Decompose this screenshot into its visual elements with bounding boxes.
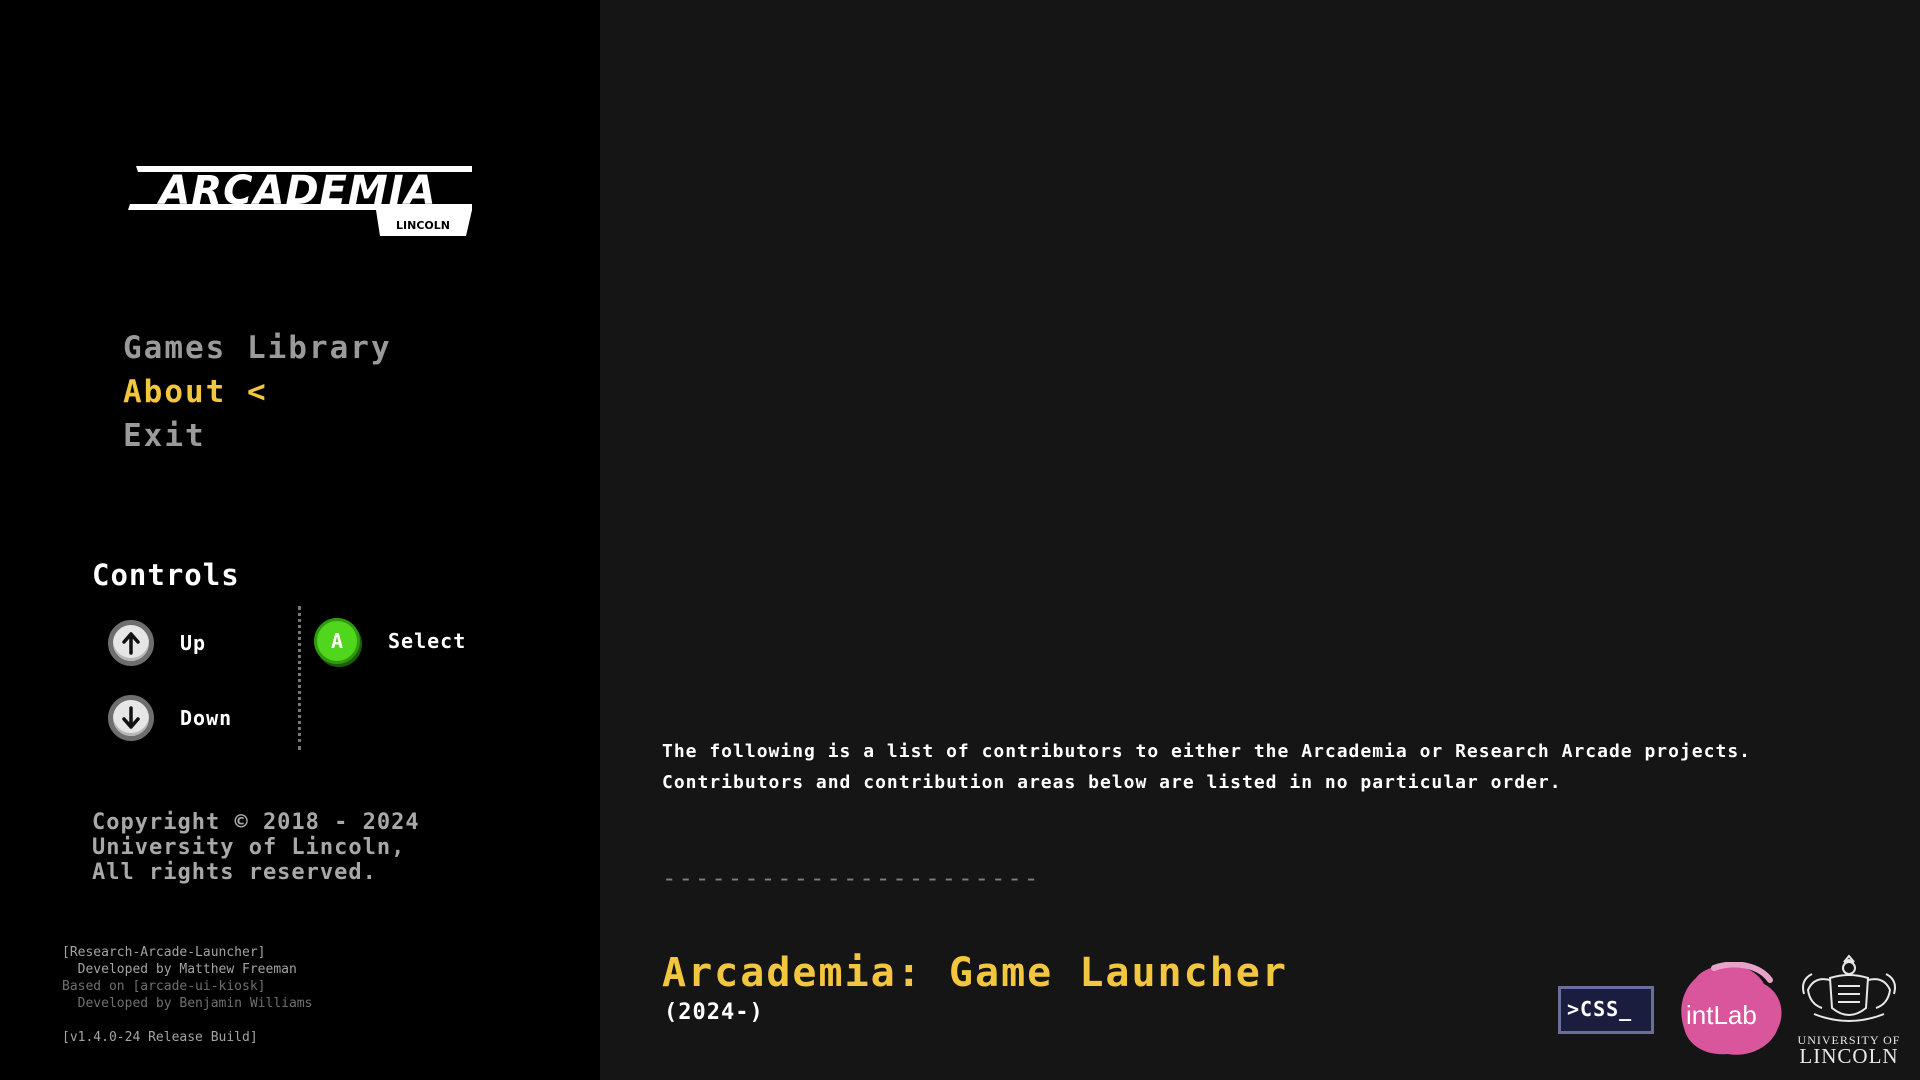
control-down: Down [108, 695, 232, 741]
controls-heading: Controls [92, 558, 240, 592]
section-separator: ----------------------- [662, 864, 1041, 892]
project-title: Arcademia: Game Launcher [662, 950, 1288, 996]
controls-divider [298, 606, 301, 750]
about-panel [600, 0, 1920, 1080]
build-developer: Developed by Matthew Freeman [62, 962, 297, 977]
arrow-up-icon [108, 620, 154, 666]
build-based-on: Based on [arcade-ui-kiosk] [62, 979, 266, 994]
control-down-label: Down [180, 706, 233, 730]
build-info: [Research-Arcade-Launcher] Developed by … [62, 944, 312, 1046]
a-button-icon: A [314, 618, 360, 664]
main-menu: Games Library About < Exit [123, 326, 392, 458]
menu-item-exit[interactable]: Exit [123, 414, 392, 458]
university-of-lincoln-logo: UNIVERSITY OF LINCOLN [1790, 950, 1908, 1068]
project-years: (2024-) [664, 1000, 764, 1025]
control-up: Up [108, 620, 206, 666]
copyright: Copyright © 2018 - 2024 University of Lin… [92, 810, 420, 885]
about-intro: The following is a list of contributors … [662, 741, 1751, 793]
build-original-developer: Developed by Benjamin Williams [62, 996, 313, 1011]
menu-item-games-library[interactable]: Games Library [123, 326, 392, 370]
css-logo: >CSS_ [1558, 986, 1654, 1034]
crest-icon [1802, 954, 1896, 1022]
menu-item-about[interactable]: About < [123, 370, 392, 414]
arcademia-logo: ARCADEMIA LINCOLN [128, 158, 474, 236]
sidebar: ARCADEMIA LINCOLN Games Library About < … [0, 0, 600, 1080]
arrow-down-icon [108, 695, 154, 741]
control-select-label: Select [388, 629, 467, 653]
control-up-label: Up [180, 631, 207, 655]
build-project: [Research-Arcade-Launcher] [62, 945, 266, 960]
intlab-logo: intLab [1676, 961, 1786, 1058]
control-select: A Select [314, 618, 466, 664]
build-version: [v1.4.0-24 Release Build] [62, 1030, 258, 1045]
svg-text:LINCOLN: LINCOLN [396, 219, 450, 232]
svg-text:ARCADEMIA: ARCADEMIA [156, 168, 436, 214]
